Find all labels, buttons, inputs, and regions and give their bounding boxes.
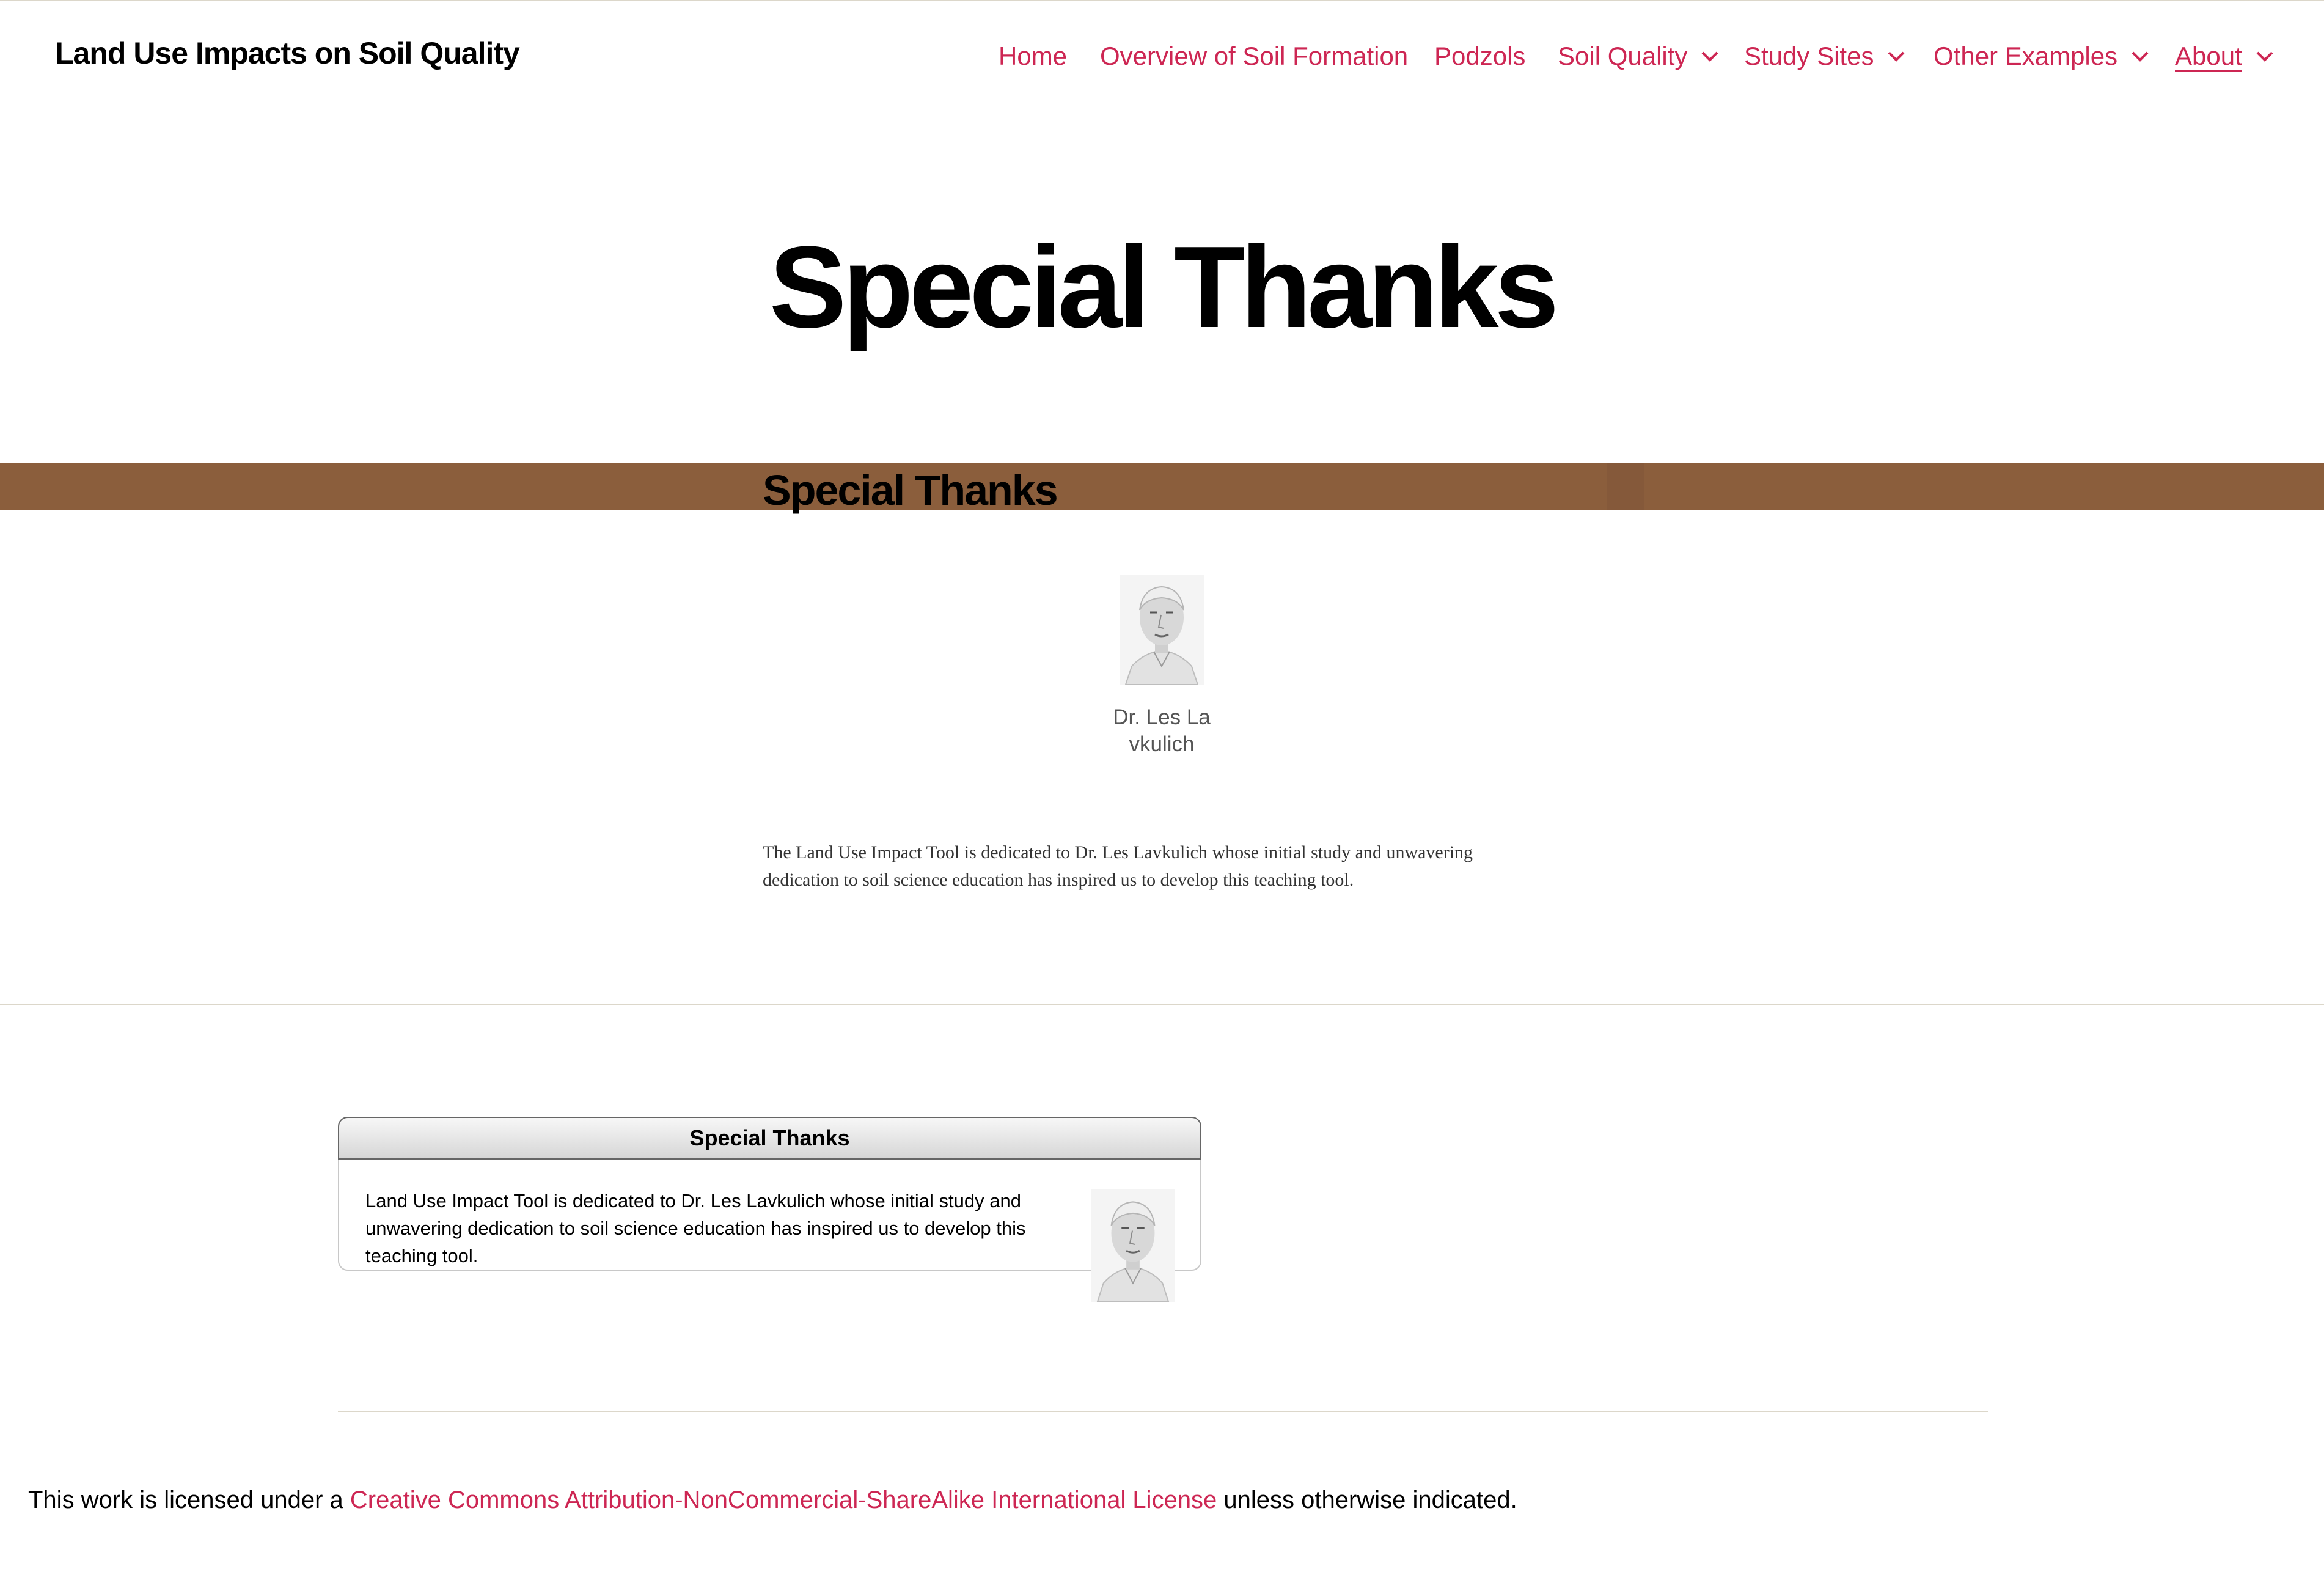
- band-shade: [1607, 463, 1644, 510]
- primary-nav: Home Overview of Soil Formation Podzols …: [999, 38, 2276, 75]
- site-title[interactable]: Land Use Impacts on Soil Quality: [55, 35, 520, 71]
- nav-label[interactable]: Other Examples: [1934, 38, 2117, 75]
- license-prefix: This work is licensed under a: [28, 1487, 350, 1513]
- chevron-down-icon[interactable]: [2131, 50, 2149, 62]
- card-heading: Special Thanks: [338, 1117, 1201, 1160]
- portrait-image: [1120, 575, 1204, 685]
- license-link[interactable]: Creative Commons Attribution-NonCommerci…: [350, 1487, 1217, 1513]
- license-text: This work is licensed under a Creative C…: [28, 1483, 1517, 1517]
- nav-item-soil-quality[interactable]: Soil Quality: [1558, 38, 1719, 75]
- license-suffix: unless otherwise indicated.: [1217, 1487, 1517, 1513]
- nav-label[interactable]: About: [2175, 38, 2242, 75]
- divider: [338, 1411, 1988, 1412]
- chevron-down-icon[interactable]: [1701, 50, 1719, 62]
- nav-item-other-examples[interactable]: Other Examples: [1934, 38, 2149, 75]
- nav-item-podzols[interactable]: Podzols: [1434, 38, 1525, 75]
- chevron-down-icon[interactable]: [1887, 50, 1905, 62]
- nav-item-overview-of-soil-formation[interactable]: Overview of Soil Formation: [1100, 38, 1408, 75]
- top-rule: [0, 0, 2324, 1]
- nav-label[interactable]: Study Sites: [1744, 38, 1874, 75]
- divider: [0, 1004, 2324, 1005]
- card-portrait-image: [1091, 1189, 1175, 1302]
- card-text: Land Use Impact Tool is dedicated to Dr.…: [365, 1190, 1026, 1266]
- nav-item-study-sites[interactable]: Study Sites: [1744, 38, 1905, 75]
- person-name: Dr. Les Lavkulich: [1113, 705, 1211, 756]
- nav-label[interactable]: Overview of Soil Formation: [1100, 38, 1408, 75]
- section-band: [0, 463, 2324, 510]
- page-title: Special Thanks: [769, 222, 1559, 352]
- nav-label[interactable]: Home: [999, 38, 1067, 75]
- nav-item-about[interactable]: About: [2175, 38, 2274, 75]
- nav-label[interactable]: Soil Quality: [1558, 38, 1687, 75]
- dedication-text: The Land Use Impact Tool is dedicated to…: [763, 842, 1473, 890]
- nav-item-home[interactable]: Home: [999, 38, 1067, 75]
- nav-label[interactable]: Podzols: [1434, 38, 1525, 75]
- chevron-down-icon[interactable]: [2256, 50, 2274, 62]
- section-heading: Special Thanks: [763, 466, 1058, 514]
